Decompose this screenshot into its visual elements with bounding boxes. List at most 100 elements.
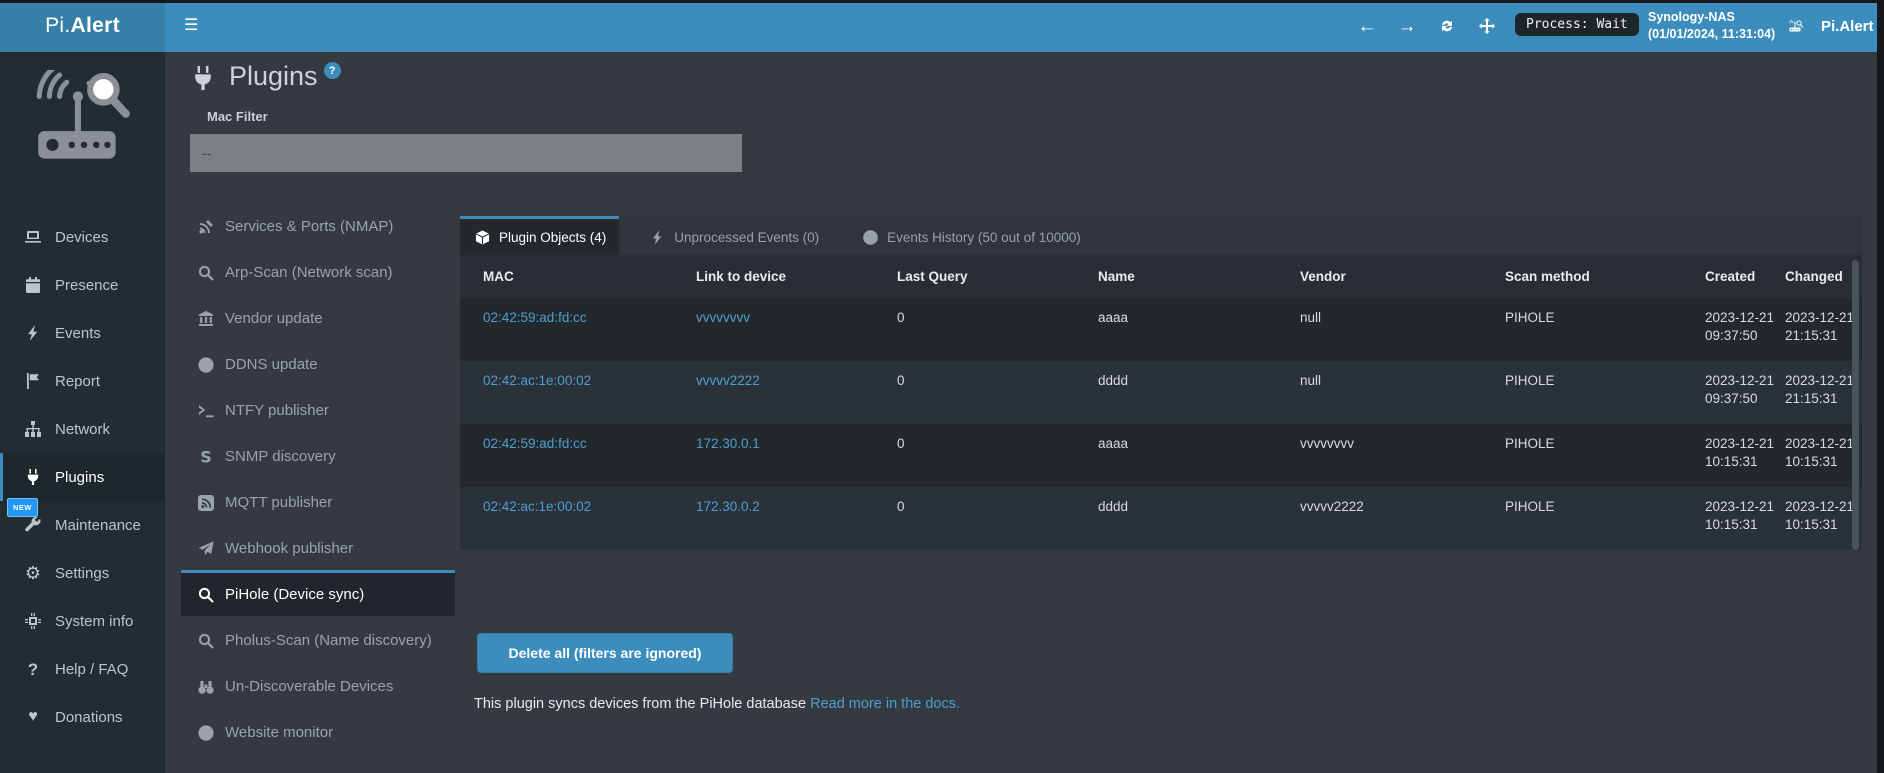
sidebar-menu: Devices PresenceEvents Report Network Plugin…: [0, 213, 165, 741]
tab-plugin-objects-4[interactable]: Plugin Objects (4): [460, 216, 619, 255]
plugin-nav-item-mqtt-publisher[interactable]: MQTT publisher: [181, 478, 455, 524]
plugin-description-text: This plugin syncs devices from the PiHol…: [474, 696, 806, 712]
calendar-icon: [24, 277, 42, 294]
plugin-nav-item-label: PiHole (Device sync): [225, 586, 364, 603]
chip-icon: [24, 613, 42, 630]
cell-last-query: 0: [897, 424, 1098, 487]
plugin-nav-item-webhook-publisher[interactable]: Webhook publisher: [181, 524, 455, 570]
plugin-nav-item-pihole-device-sync[interactable]: PiHole (Device sync): [181, 570, 455, 616]
plugin-nav-item-label: Vendor update: [225, 310, 323, 327]
mac-link[interactable]: 02:42:ac:1e:00:02: [483, 373, 591, 388]
cell-scan-method: PIHOLE: [1505, 298, 1705, 361]
cell-name: aaaa: [1098, 298, 1300, 361]
plugin-nav-item-ntfy-publisher[interactable]: NTFY publisher: [181, 386, 455, 432]
docs-link[interactable]: Read more in the docs.: [810, 696, 960, 712]
sidebar-item-system-info[interactable]: System info: [0, 597, 165, 645]
flag-icon: [24, 373, 42, 390]
mac-filter-input[interactable]: [190, 134, 742, 172]
sidebar-toggle-button[interactable]: ☰: [176, 0, 206, 52]
plugin-nav-list: Services & Ports (NMAP) Arp-Scan (Network…: [181, 202, 455, 754]
new-feature-badge: NEW: [7, 498, 38, 517]
sidebar-item-settings[interactable]: ⚙ Settings: [0, 549, 165, 597]
plugin-nav-item-label: Services & Ports (NMAP): [225, 218, 393, 235]
device-link[interactable]: vvvvv2222: [696, 373, 760, 388]
plugin-objects-table: MACLink to deviceLast QueryNameVendorSca…: [460, 255, 1862, 550]
cell-name: dddd: [1098, 361, 1300, 424]
question-icon: ?: [24, 661, 42, 678]
sidebar-item-help-faq[interactable]: ?Help / FAQ: [0, 645, 165, 693]
cell-last-query: 0: [897, 361, 1098, 424]
svg-text:S: S: [200, 449, 212, 465]
cell-created: 2023-12-21 10:15:31: [1705, 487, 1785, 550]
sidebar-item-label: Maintenance: [55, 517, 141, 534]
sidebar-item-events[interactable]: Events: [0, 309, 165, 357]
table-row: 02:42:59:ad:fd:ccvvvvvvvv0aaaanullPIHOLE…: [460, 298, 1862, 361]
plugin-nav-item-label: Arp-Scan (Network scan): [225, 264, 393, 281]
pialert-app: Pi.Alert ☰ ←→ Process: Wait Synology-NAS…: [0, 0, 1884, 773]
plugin-nav-item-vendor-update[interactable]: Vendor update: [181, 294, 455, 340]
sidebar-item-label: Devices: [55, 229, 108, 246]
refresh-button[interactable]: [1438, 17, 1456, 35]
sitemap-icon: [24, 421, 42, 438]
tab-label: Events History (50 out of 10000): [887, 230, 1081, 245]
wrench-icon: [24, 517, 42, 534]
cell-name: dddd: [1098, 487, 1300, 550]
window-edge-top: [0, 0, 1884, 3]
device-link[interactable]: vvvvvvvv: [696, 310, 750, 325]
sidebar-item-plugins[interactable]: Plugins: [0, 453, 165, 501]
plugin-nav-item-website-monitor[interactable]: Website monitor: [181, 708, 455, 754]
sidebar-item-presence[interactable]: Presence: [0, 261, 165, 309]
plugin-nav-item-label: Webhook publisher: [225, 540, 353, 557]
plugin-nav-item-arp-scan-network-scan[interactable]: Arp-Scan (Network scan): [181, 248, 455, 294]
plugin-nav-item-pholus-scan-name-discovery[interactable]: Pholus-Scan (Name discovery): [181, 616, 455, 662]
help-badge[interactable]: ?: [324, 62, 341, 79]
cell-changed: 2023-12-21 21:15:31: [1785, 361, 1862, 424]
process-status-badge: Process: Wait: [1515, 13, 1639, 36]
mac-link[interactable]: 02:42:59:ad:fd:cc: [483, 310, 587, 325]
plugin-nav-item-un-discoverable-devices[interactable]: Un-Discoverable Devices: [181, 662, 455, 708]
gear-icon: ⚙: [24, 565, 42, 582]
sidebar-item-label: Settings: [55, 565, 109, 582]
tab-bar: Plugin Objects (4) Unprocessed Events (0)…: [460, 216, 1862, 255]
cell-vendor: vvvvvvvv: [1300, 424, 1505, 487]
move-button[interactable]: [1478, 17, 1496, 35]
delete-all-button[interactable]: Delete all (filters are ignored): [477, 633, 733, 673]
sidebar-item-donations[interactable]: ♥Donations: [0, 693, 165, 741]
cell-mac: 02:42:ac:1e:00:02: [460, 487, 696, 550]
plugin-nav-item-snmp-discovery[interactable]: S SNMP discovery: [181, 432, 455, 478]
cell-last-query: 0: [897, 298, 1098, 361]
terminal-icon: [197, 402, 215, 419]
sidebar-item-label: Report: [55, 373, 100, 390]
cube-icon: [473, 229, 491, 246]
binoculars-icon: [197, 678, 215, 695]
sidebar-item-label: Plugins: [55, 469, 104, 486]
mac-link[interactable]: 02:42:59:ad:fd:cc: [483, 436, 587, 451]
tab-label: Plugin Objects (4): [499, 230, 606, 245]
sidebar-item-report[interactable]: Report: [0, 357, 165, 405]
cell-link: vvvvvvvv: [696, 298, 897, 361]
plugin-nav-item-services-ports-nmap[interactable]: Services & Ports (NMAP): [181, 202, 455, 248]
plugin-panel: Plugin Objects (4) Unprocessed Events (0)…: [460, 216, 1862, 756]
back-button[interactable]: ←: [1358, 17, 1376, 35]
sidebar-item-label: Network: [55, 421, 110, 438]
column-header-scan-method: Scan method: [1505, 255, 1705, 298]
mac-link[interactable]: 02:42:ac:1e:00:02: [483, 499, 591, 514]
table-scrollbar[interactable]: [1852, 260, 1859, 550]
globe-icon: [197, 356, 215, 373]
app-logo[interactable]: Pi.Alert: [0, 0, 165, 52]
cell-link: 172.30.0.1: [696, 424, 897, 487]
s-letter-icon: S: [197, 448, 215, 465]
host-time: (01/01/2024, 11:31:04): [1648, 26, 1775, 43]
tab-unprocessed-events-0[interactable]: Unprocessed Events (0): [635, 216, 832, 255]
cell-scan-method: PIHOLE: [1505, 361, 1705, 424]
sidebar-item-devices[interactable]: Devices: [0, 213, 165, 261]
plug-icon: [24, 469, 42, 486]
device-link[interactable]: 172.30.0.1: [696, 436, 760, 451]
plugin-nav-item-ddns-update[interactable]: DDNS update: [181, 340, 455, 386]
tab-events-history-50-out-of-10000[interactable]: Events History (50 out of 10000): [848, 216, 1094, 255]
sidebar-item-network[interactable]: Network: [0, 405, 165, 453]
device-link[interactable]: 172.30.0.2: [696, 499, 760, 514]
forward-button[interactable]: →: [1398, 17, 1416, 35]
sidebar-item-label: System info: [55, 613, 133, 630]
plugin-nav-item-label: SNMP discovery: [225, 448, 336, 465]
